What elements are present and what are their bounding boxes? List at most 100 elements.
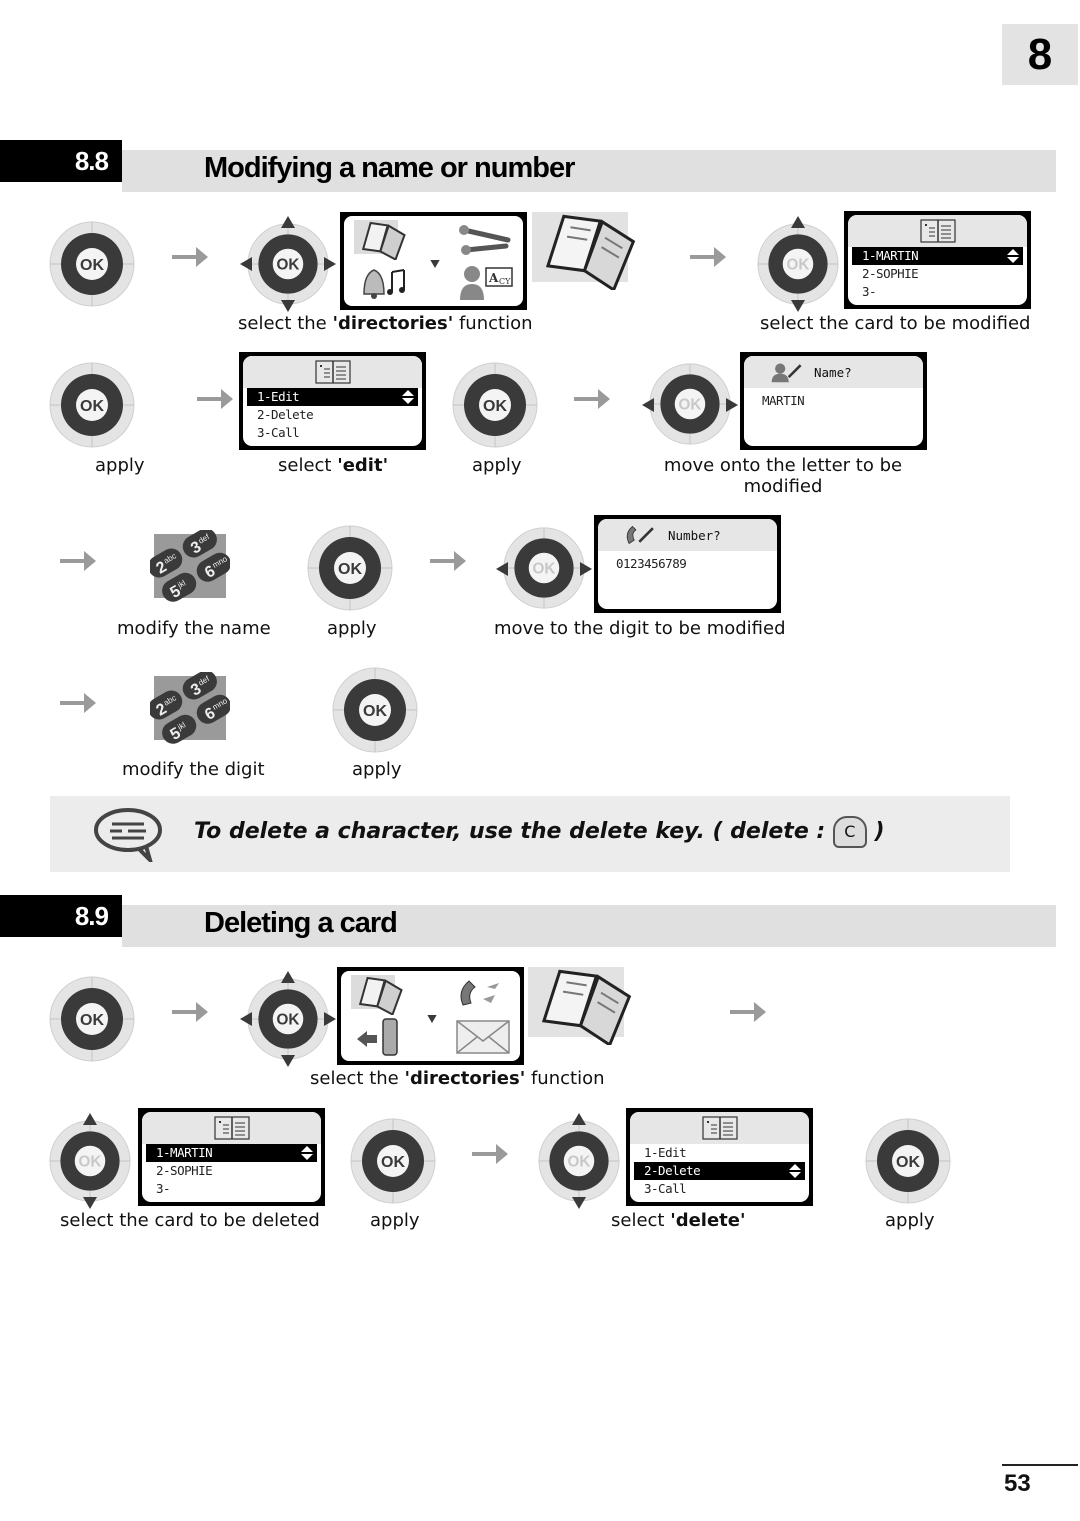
arrow-right-icon [688, 244, 728, 270]
arrow-down-icon [83, 1197, 97, 1209]
page-number-rule [1002, 1464, 1078, 1466]
navigator-4way [240, 971, 336, 1067]
mobile-transfer-icon [351, 1017, 411, 1057]
arrow-right-icon [428, 548, 468, 574]
dropdown-caret-icon [427, 1015, 437, 1023]
caption-select-delete: select 'delete' [611, 1210, 746, 1231]
section-number-8-9: 8.9 [0, 895, 122, 937]
arrow-right-icon [728, 999, 768, 1025]
bell-music-icon [354, 262, 414, 302]
ok-button-icon [331, 666, 419, 754]
caption-apply: apply [327, 618, 377, 639]
caption-select-edit: select 'edit' [278, 455, 389, 476]
caption-apply: apply [95, 455, 145, 476]
ok-button-icon [349, 1117, 437, 1205]
ok-button-icon [756, 222, 840, 306]
card-list-screen: 1-MARTIN 2-SOPHIE 3- [844, 211, 1031, 309]
caption-apply: apply [370, 1210, 420, 1231]
dropdown-caret-icon [430, 260, 440, 268]
scroll-updown-icon [789, 1164, 801, 1178]
delete-key-icon: C [832, 816, 867, 848]
caption-select-directories: select the 'directories' function [238, 313, 533, 334]
section-title-8-9: Deleting a card [204, 907, 398, 939]
person-language-icon [456, 262, 516, 302]
list-item: 2-Delete [257, 407, 314, 422]
navigator-leftright [496, 526, 592, 614]
arrow-up-icon [83, 1113, 97, 1125]
envelope-icon [453, 1017, 513, 1057]
directory-book-icon [354, 220, 414, 260]
main-menu-screen [340, 212, 527, 310]
number-entry-screen: Number? 0123456789 [594, 515, 781, 613]
speech-bubble-icon [94, 808, 162, 862]
ok-button-icon [502, 526, 586, 610]
card-menu-screen: 1-Edit 2-Delete 3-Call [239, 352, 426, 450]
caption-modify-digit: modify the digit [122, 759, 265, 780]
arrow-left-icon [496, 562, 508, 576]
caption-apply: apply [472, 455, 522, 476]
arrow-down-icon [281, 300, 295, 312]
arrow-down-icon [281, 1055, 295, 1067]
arrow-down-icon [572, 1197, 586, 1209]
list-item: 1-MARTIN [852, 247, 1023, 265]
ok-button-icon [246, 977, 330, 1061]
ok-button-icon [648, 362, 732, 446]
directories-book-icon [532, 210, 652, 290]
ok-button-icon [537, 1119, 621, 1203]
arrow-right-icon [324, 1012, 336, 1026]
scroll-updown-icon [301, 1146, 313, 1160]
arrow-right-icon [580, 562, 592, 576]
ok-button-icon [306, 524, 394, 612]
directory-book-icon [351, 975, 411, 1015]
caption-select-card-modified: select the card to be modified [760, 313, 1031, 334]
list-item: 3- [156, 1181, 171, 1196]
list-item: 2-Delete [634, 1162, 805, 1180]
card-menu-screen: 1-Edit 2-Delete 3-Call [626, 1108, 813, 1206]
keypad-icon [150, 530, 230, 602]
caption-select-card-deleted: select the card to be deleted [60, 1210, 320, 1231]
caption-move-letter: move onto the letter to be modified [663, 455, 903, 497]
scroll-updown-icon [1007, 249, 1019, 263]
keypad-icon [150, 672, 230, 744]
arrow-left-icon [240, 1012, 252, 1026]
ok-button-icon [48, 361, 136, 449]
caption-move-digit: move to the digit to be modified [494, 618, 786, 639]
chapter-tab: 8 [1002, 24, 1078, 85]
caption-apply: apply [885, 1210, 935, 1231]
name-prompt-label: Name? [814, 364, 852, 380]
ok-button-icon [451, 361, 539, 449]
caption-apply: apply [352, 759, 402, 780]
arrow-right-icon [572, 386, 612, 412]
ok-button-icon [246, 222, 330, 306]
section-number-8-8: 8.8 [0, 140, 122, 182]
arrow-right-icon [324, 257, 336, 271]
person-edit-icon [770, 361, 804, 383]
ok-button-icon [864, 1117, 952, 1205]
directory-icon [315, 360, 351, 384]
arrow-up-icon [281, 971, 295, 983]
list-item: 2-SOPHIE [156, 1163, 213, 1178]
list-item: 1-Edit [247, 388, 418, 406]
arrow-up-icon [281, 216, 295, 228]
main-menu-screen [337, 967, 524, 1065]
arrow-right-icon [58, 690, 98, 716]
list-item: 1-Edit [644, 1145, 687, 1160]
arrow-right-icon [58, 548, 98, 574]
ok-button-icon [48, 975, 136, 1063]
caption-modify-name: modify the name [117, 618, 271, 639]
list-item: 2-SOPHIE [862, 266, 919, 281]
name-value: MARTIN [762, 393, 805, 408]
navigator-updown [46, 1113, 138, 1209]
ok-button-icon [48, 220, 136, 308]
page-number: 53 [1004, 1470, 1031, 1497]
arrow-down-icon [791, 300, 805, 312]
number-value: 0123456789 [616, 556, 687, 571]
card-list-screen: 1-MARTIN 2-SOPHIE 3- [138, 1108, 325, 1206]
arrow-right-icon [726, 398, 738, 412]
arrow-up-icon [791, 216, 805, 228]
list-item: 3- [862, 284, 877, 299]
number-prompt-label: Number? [668, 527, 721, 543]
chapter-number: 8 [1027, 29, 1053, 79]
section-title-8-8: Modifying a name or number [204, 152, 575, 184]
scroll-updown-icon [402, 390, 414, 404]
